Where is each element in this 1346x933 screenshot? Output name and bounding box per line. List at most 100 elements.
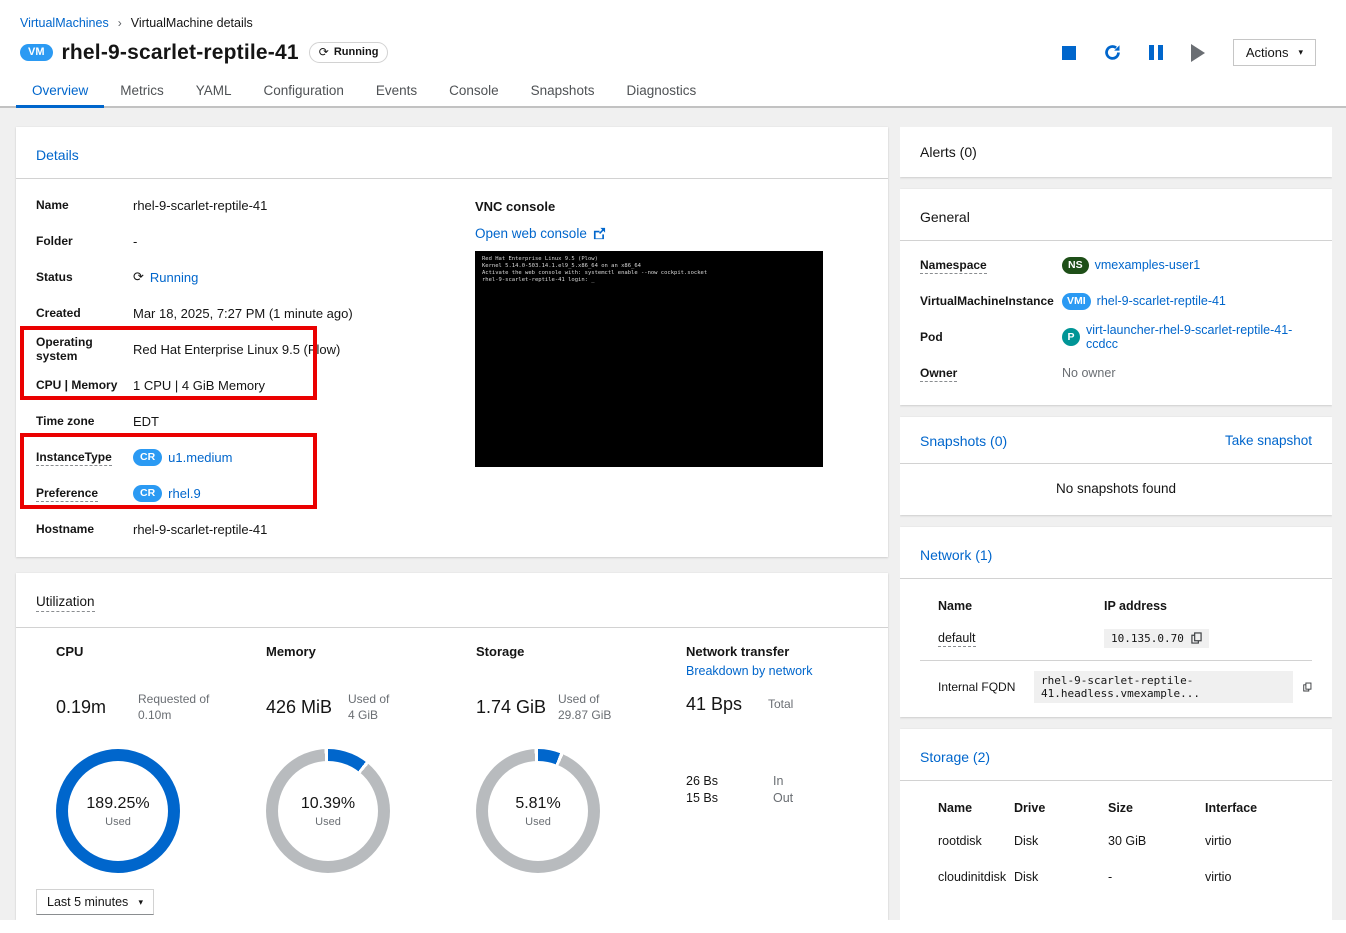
network-name: default	[938, 631, 976, 647]
storage-row-rootdisk: rootdisk Disk 30 GiB virtio	[938, 834, 1232, 848]
network-total-label: Total	[768, 697, 794, 711]
vm-kind-badge: VM	[20, 44, 53, 61]
snapshots-title-link[interactable]: Snapshots (0)	[920, 433, 1007, 449]
tab-diagnostics[interactable]: Diagnostics	[610, 74, 712, 106]
storage-row-cloudinitdisk: cloudinitdisk Disk - virtio	[938, 870, 1232, 884]
play-icon	[1190, 43, 1205, 62]
breadcrumb-virtualmachines-link[interactable]: VirtualMachines	[20, 16, 109, 30]
preference-link[interactable]: rhel.9	[168, 486, 201, 501]
actions-dropdown-label: Actions	[1245, 45, 1289, 60]
snapshots-card: Snapshots (0) Take snapshot No snapshots…	[900, 417, 1332, 515]
network-in-out: 26 Bs 15 Bs In Out	[686, 774, 794, 805]
details-row-status: Status ⟳ Running	[36, 259, 461, 295]
details-label: Folder	[36, 234, 73, 248]
duration-select-value: Last 5 minutes	[47, 895, 129, 909]
network-row-default: default 10.135.0.70	[920, 621, 1312, 655]
memory-value: 426 MiB	[266, 697, 333, 717]
vnc-console-screen[interactable]: Red Hat Enterprise Linux 9.5 (Plow) Kern…	[475, 251, 823, 467]
copy-icon[interactable]	[1303, 681, 1312, 693]
tab-configuration[interactable]: Configuration	[248, 74, 360, 106]
status-running-link[interactable]: Running	[150, 270, 198, 285]
vmi-badge: VMI	[1062, 292, 1091, 310]
pause-icon	[1148, 45, 1163, 60]
details-label: Time zone	[36, 414, 95, 428]
status-pill[interactable]: ⟳ Running	[308, 42, 389, 63]
alerts-card: Alerts (0)	[900, 127, 1332, 177]
details-label: Hostname	[36, 522, 95, 536]
alerts-title[interactable]: Alerts (0)	[900, 127, 1332, 177]
network-transfer-value: 41 Bps	[686, 694, 743, 714]
network-transfer-title: Network transfer	[686, 644, 790, 659]
details-label: Name	[36, 198, 69, 212]
details-row-hostname: Hostname rhel-9-scarlet-reptile-41	[36, 511, 461, 547]
pause-vm-button[interactable]	[1148, 45, 1163, 60]
general-label: Pod	[920, 330, 943, 344]
cpu-title: CPU	[56, 644, 84, 659]
actions-dropdown-button[interactable]: Actions ▾	[1232, 39, 1316, 66]
details-value: Red Hat Enterprise Linux 9.5 (Plow)	[133, 341, 341, 357]
sync-icon: ⟳	[133, 269, 144, 284]
details-row-instancetype: InstanceType CR u1.medium	[36, 439, 461, 475]
tab-events[interactable]: Events	[360, 74, 433, 106]
breakdown-by-network-link[interactable]: Breakdown by network	[686, 664, 812, 678]
open-web-console-link[interactable]: Open web console	[475, 226, 587, 241]
storage-card: Storage (2) Name Drive Size Interface ro…	[900, 729, 1332, 920]
vmi-link[interactable]: rhel-9-scarlet-reptile-41	[1097, 294, 1226, 308]
details-label: CPU | Memory	[36, 378, 118, 392]
general-label: VirtualMachineInstance	[920, 294, 1054, 308]
details-row-os: Operating system Red Hat Enterprise Linux…	[36, 331, 461, 367]
details-title-link[interactable]: Details	[36, 147, 79, 163]
details-label: Preference	[36, 486, 99, 502]
owner-value: No owner	[1062, 366, 1116, 380]
page-title: rhel-9-scarlet-reptile-41	[61, 40, 299, 64]
take-snapshot-link[interactable]: Take snapshot	[1225, 433, 1312, 449]
details-value: EDT	[133, 413, 159, 429]
tab-snapshots[interactable]: Snapshots	[515, 74, 611, 106]
memory-donut-chart: 10.39% Used	[266, 749, 390, 873]
instancetype-link[interactable]: u1.medium	[168, 450, 232, 465]
start-vm-button-disabled[interactable]	[1190, 43, 1205, 62]
sync-icon: ⟳	[318, 45, 329, 59]
external-link-icon	[593, 227, 605, 240]
vnc-console-section: VNC console Open web console Red Hat Ent…	[475, 187, 823, 547]
details-row-created: Created Mar 18, 2025, 7:27 PM (1 minute a…	[36, 295, 461, 331]
tab-console[interactable]: Console	[433, 74, 515, 106]
cpu-donut-chart: 189.25% Used	[56, 749, 180, 873]
pod-badge: P	[1062, 328, 1080, 346]
details-value: rhel-9-scarlet-reptile-41	[133, 197, 268, 213]
storage-title-link[interactable]: Storage (2)	[920, 749, 990, 765]
restart-vm-button[interactable]	[1104, 44, 1121, 61]
general-title: General	[920, 209, 970, 225]
copy-icon[interactable]	[1191, 632, 1202, 644]
breadcrumb-chevron-icon: ›	[117, 16, 122, 30]
internal-fqdn-label: Internal FQDN	[938, 680, 1016, 694]
namespace-link[interactable]: vmexamples-user1	[1095, 258, 1201, 272]
network-title-link[interactable]: Network (1)	[920, 547, 992, 563]
cr-badge: CR	[133, 448, 163, 466]
vnc-console-title: VNC console	[475, 199, 556, 214]
tab-yaml[interactable]: YAML	[180, 74, 248, 106]
internal-fqdn-row: Internal FQDN rhel-9-scarlet-reptile-41.…	[920, 671, 1312, 703]
details-row-cpu-memory: CPU | Memory 1 CPU | 4 GiB Memory	[36, 367, 461, 403]
tab-overview[interactable]: Overview	[16, 74, 105, 108]
details-row-folder: Folder -	[36, 223, 461, 259]
general-label: Namespace	[920, 258, 987, 274]
duration-select[interactable]: Last 5 minutes ▾	[36, 889, 154, 915]
chevron-down-icon: ▾	[138, 896, 143, 907]
details-card: Details Name rhel-9-scarlet-reptile-41 Fo…	[16, 127, 888, 557]
tab-metrics[interactable]: Metrics	[104, 74, 180, 106]
pod-link[interactable]: virt-launcher-rhel-9-scarlet-reptile-41-…	[1086, 323, 1312, 351]
general-row-owner: Owner No owner	[920, 355, 1312, 391]
stop-vm-button[interactable]	[1061, 45, 1076, 60]
utilization-title: Utilization	[36, 594, 95, 612]
storage-utilization: Storage 1.74 GiB Used of 29.87 GiB 5.81% U…	[456, 644, 666, 873]
cpu-utilization: CPU 0.19m Requested of 0.10m 189.25% Used	[36, 644, 246, 873]
general-row-vmi: VirtualMachineInstance VMI rhel-9-scarlet…	[920, 283, 1312, 319]
stop-icon	[1061, 45, 1076, 60]
details-value: -	[133, 233, 138, 249]
details-value: Mar 18, 2025, 7:27 PM (1 minute ago)	[133, 305, 353, 321]
storage-donut-chart: 5.81% Used	[476, 749, 600, 873]
internal-fqdn-chip: rhel-9-scarlet-reptile-41.headless.vmexa…	[1034, 671, 1294, 703]
network-transfer-utilization: Network transfer Breakdown by network 41…	[666, 644, 876, 873]
namespace-badge: NS	[1062, 256, 1089, 274]
